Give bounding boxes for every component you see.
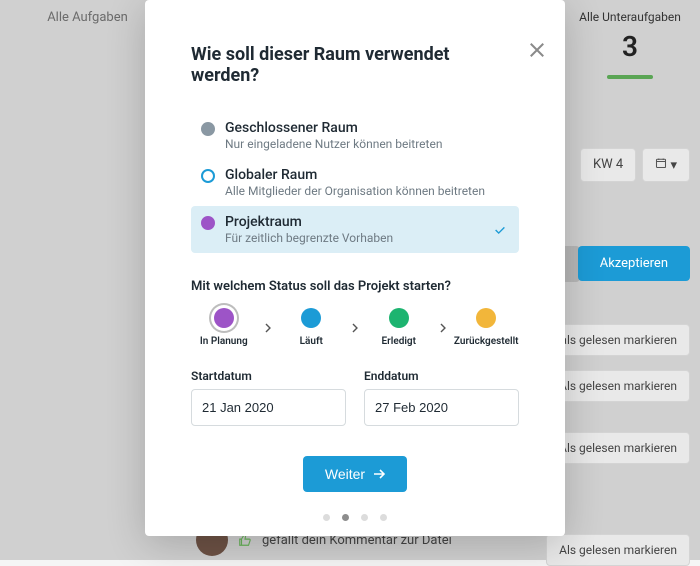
arrow-right-icon [373,469,385,479]
radio-icon [201,216,215,230]
status-planning[interactable]: In Planung [191,308,257,347]
status-row: In Planung Läuft Erledigt Zurückgestellt [191,308,519,347]
option-title: Globaler Raum [225,167,485,183]
date-row: Startdatum Enddatum [191,369,519,426]
modal: Wie soll dieser Raum verwendet werden? G… [145,0,565,536]
option-title: Projektraum [225,214,393,230]
modal-title: Wie soll dieser Raum verwendet werden? [191,44,519,86]
status-label: Zurückgestellt [454,336,519,347]
week-label[interactable]: KW 4 [580,148,636,182]
step-dots [191,506,519,525]
option-project-room[interactable]: Projektraum Für zeitlich begrenzte Vorha… [191,206,519,253]
start-date-label: Startdatum [191,369,346,383]
option-title: Geschlossener Raum [225,120,442,136]
subtasks-label: Alle Unteraufgaben [570,10,690,24]
status-dot-icon [389,308,409,328]
next-button-label: Weiter [325,466,365,482]
accept-button[interactable]: Akzeptieren [578,246,690,281]
option-subtitle: Für zeitlich begrenzte Vorhaben [225,231,393,245]
status-label: Läuft [300,336,323,347]
option-closed-room[interactable]: Geschlossener Raum Nur eingeladene Nutze… [191,112,519,159]
chevron-right-icon [263,323,273,333]
close-button[interactable] [527,40,547,60]
option-subtitle: Nur eingeladene Nutzer können beitreten [225,137,442,151]
mark-read-button-2[interactable]: Als gelesen markieren [546,432,690,464]
dot [380,514,387,521]
chevron-right-icon [438,323,448,333]
chevron-right-icon [350,323,360,333]
calendar-button[interactable]: ▾ [642,148,690,182]
status-label: In Planung [200,336,248,347]
status-dot-icon [214,308,234,328]
status-done[interactable]: Erledigt [366,308,432,347]
subtasks-count: 3 [570,30,690,63]
room-type-options: Geschlossener Raum Nur eingeladene Nutze… [191,112,519,253]
status-dot-icon [301,308,321,328]
radio-icon [201,122,215,136]
option-subtitle: Alle Mitglieder der Organisation können … [225,184,485,198]
progress-bar [607,75,653,79]
status-label: Erledigt [381,336,416,347]
calendar-icon [655,157,667,169]
end-date-input[interactable] [364,389,519,426]
option-global-room[interactable]: Globaler Raum Alle Mitglieder der Organi… [191,159,519,206]
dot-active [342,514,349,521]
dot [361,514,368,521]
radio-icon [201,169,215,183]
subtasks-panel: Alle Unteraufgaben 3 [570,10,690,79]
status-postponed[interactable]: Zurückgestellt [453,308,519,347]
start-date-input[interactable] [191,389,346,426]
close-icon [527,40,547,60]
mark-read-button-1[interactable]: Als gelesen markieren [546,370,690,402]
week-controls: KW 4 ▾ [580,148,690,182]
next-button[interactable]: Weiter [303,456,407,492]
check-icon [493,223,507,237]
status-section-label: Mit welchem Status soll das Projekt star… [191,279,519,294]
status-running[interactable]: Läuft [278,308,344,347]
dot [323,514,330,521]
status-dot-icon [476,308,496,328]
end-date-label: Enddatum [364,369,519,383]
